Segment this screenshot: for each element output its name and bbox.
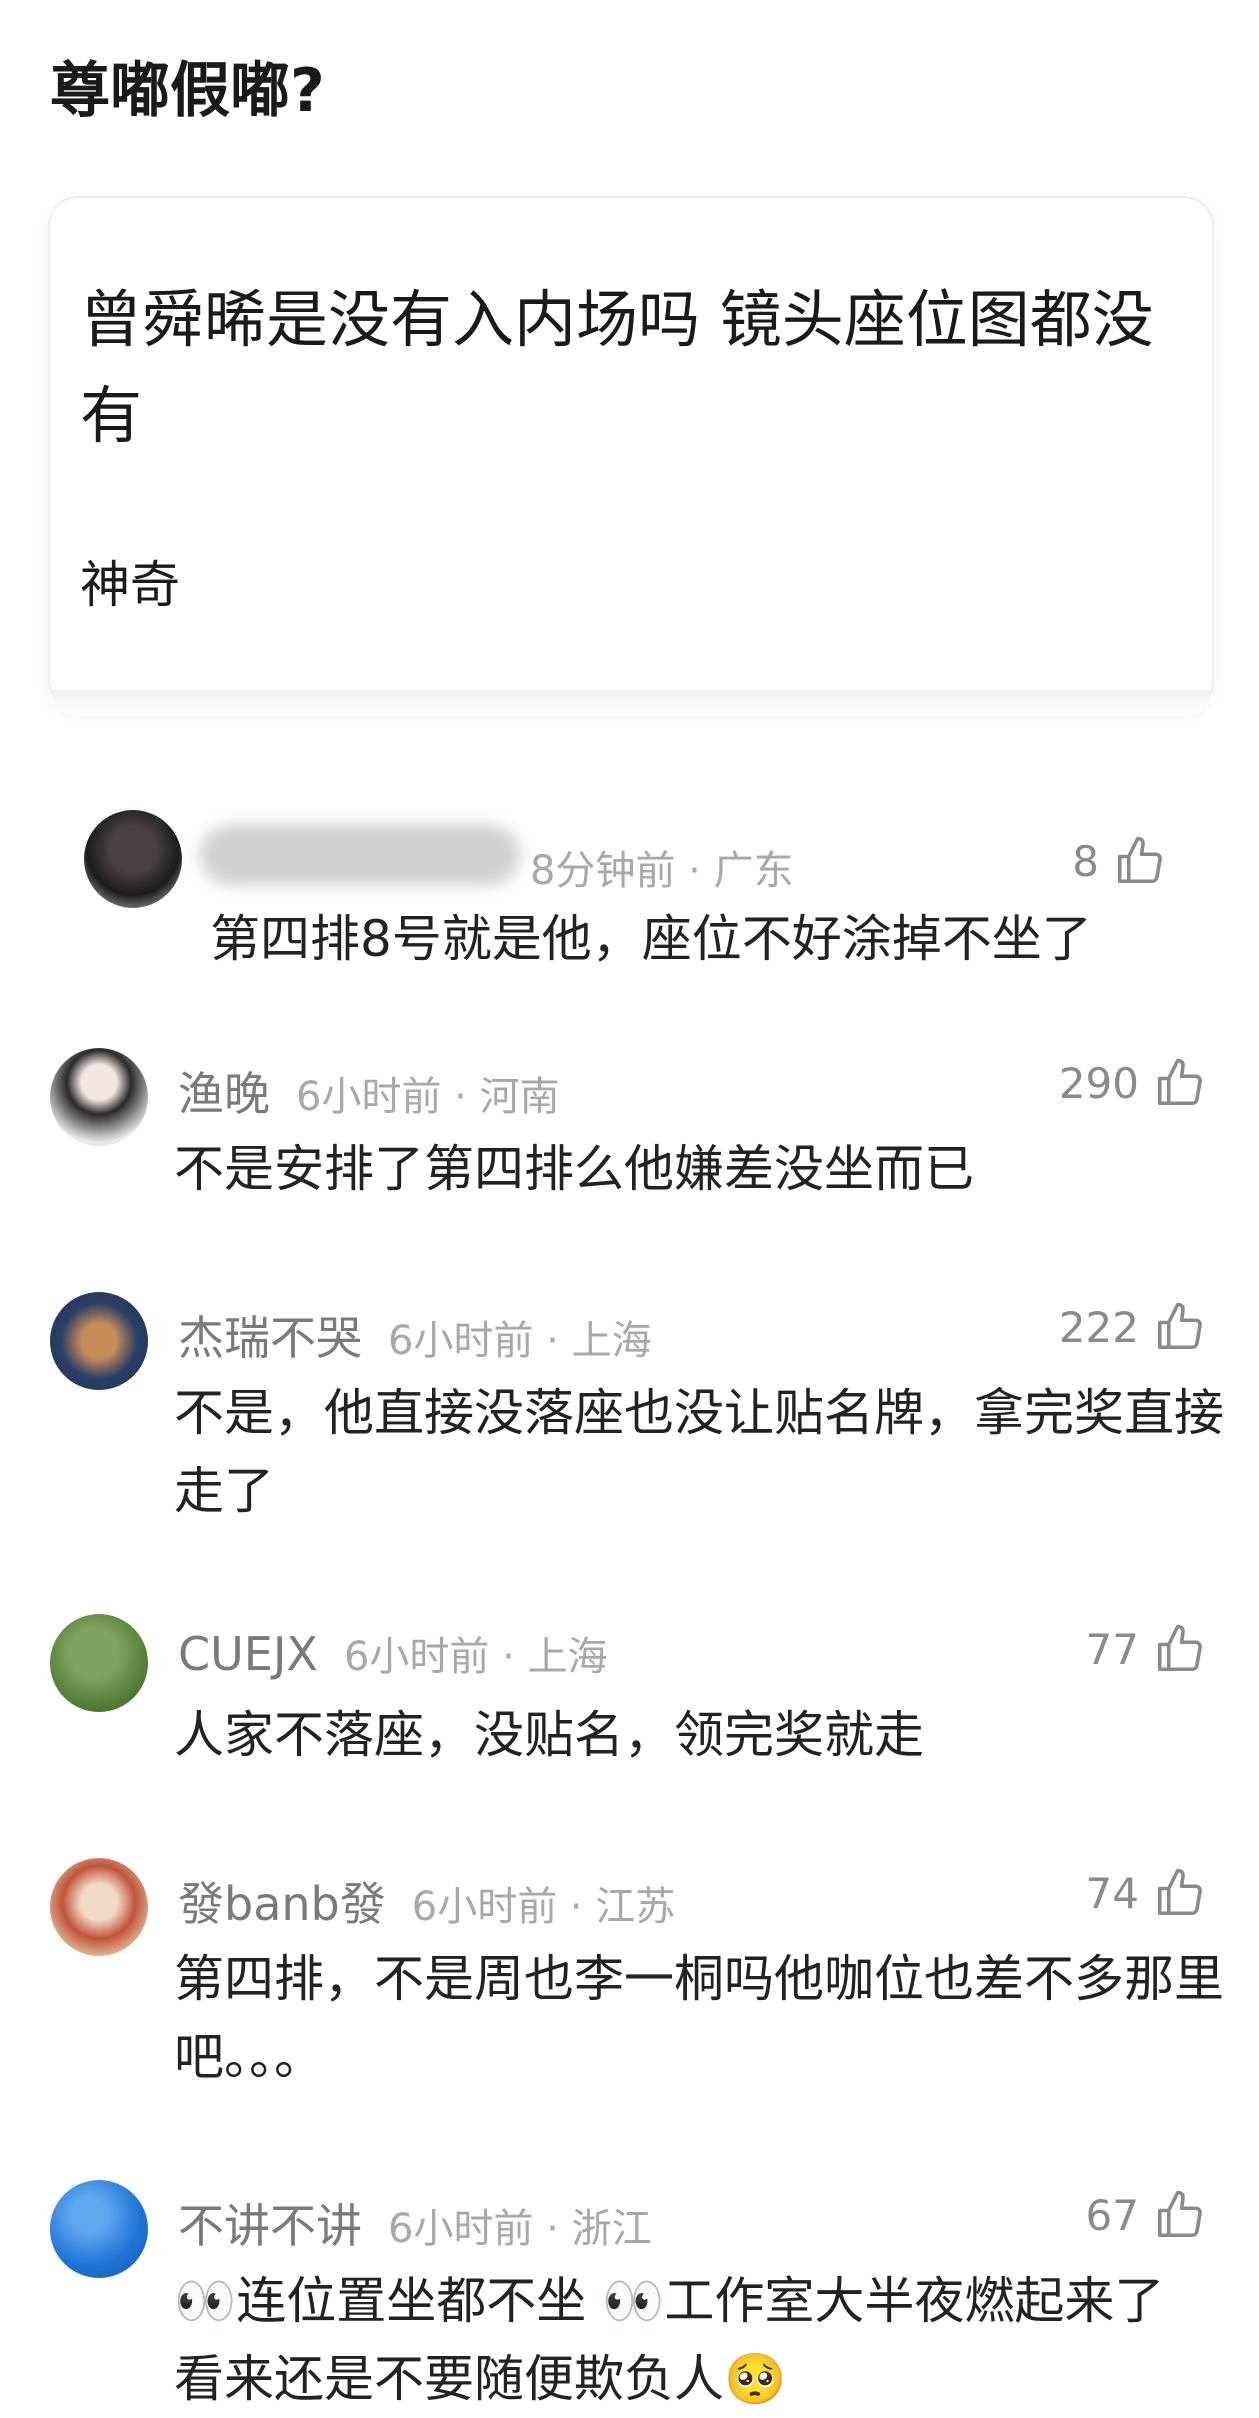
- quoted-post-subtext: 神奇: [80, 556, 180, 614]
- avatar[interactable]: [50, 1048, 148, 1146]
- thumbs-up-icon: [1157, 1302, 1202, 1350]
- avatar[interactable]: [50, 1858, 148, 1956]
- comment-meta: 發banb發 6小时前 · 江苏: [178, 1868, 675, 1934]
- like-count: 74: [1085, 1868, 1139, 1918]
- quoted-post-text: 曾舜晞是没有入内场吗 镜头座位图都没有: [80, 283, 1154, 452]
- thumbs-up-icon: [1117, 836, 1162, 884]
- like-button[interactable]: 74: [1086, 1866, 1207, 1920]
- thumbs-up-icon: [1157, 1624, 1202, 1672]
- comment-time: 6小时前 · 浙江: [388, 2206, 652, 2252]
- comment-username[interactable]: CUEJX: [178, 1627, 318, 1681]
- comment-time: 6小时前 · 上海: [343, 1634, 608, 1680]
- comment-meta: 杰瑞不哭 6小时前 · 上海: [178, 1302, 652, 1368]
- like-count: 222: [1058, 1302, 1139, 1352]
- comment-time: 6小时前 · 上海: [388, 1318, 652, 1364]
- thumbs-up-icon: [1157, 2190, 1202, 2238]
- like-button[interactable]: 77: [1086, 1622, 1207, 1676]
- comment-meta: 8分钟前 · 广东: [530, 838, 794, 896]
- blurred-username: [200, 825, 520, 885]
- comment-time: 8分钟前 · 广东: [530, 848, 794, 894]
- like-button[interactable]: 290: [1059, 1056, 1207, 1110]
- comment-username[interactable]: 不讲不讲: [178, 2190, 362, 2256]
- comment-username[interactable]: 渔晚: [178, 1058, 270, 1124]
- like-count: 8: [1072, 836, 1099, 886]
- like-count: 67: [1085, 2190, 1139, 2240]
- like-count: 77: [1085, 1624, 1139, 1674]
- comment-username[interactable]: 發banb發: [178, 1868, 386, 1934]
- comment-username[interactable]: 杰瑞不哭: [178, 1302, 362, 1368]
- thumbs-up-icon: [1157, 1058, 1202, 1106]
- comment-meta: CUEJX 6小时前 · 上海: [178, 1624, 608, 1682]
- thumbs-up-icon: [1157, 1868, 1202, 1916]
- avatar[interactable]: [50, 1614, 148, 1712]
- like-button[interactable]: 222: [1059, 1300, 1207, 1354]
- avatar[interactable]: [50, 1292, 148, 1390]
- comment-text: 第四排，不是周也李一桐吗他咖位也差不多那里吧。。。: [174, 1950, 1224, 2086]
- post-title: 尊嘟假嘟?: [50, 56, 325, 126]
- comment-text: 不是，他直接没落座也没让贴名牌，拿完奖直接走了: [174, 1384, 1224, 1520]
- like-button[interactable]: 8: [1072, 834, 1167, 888]
- avatar[interactable]: [84, 810, 182, 908]
- avatar[interactable]: [50, 2180, 148, 2278]
- comment-time: 6小时前 · 江苏: [411, 1884, 676, 1930]
- comment-text: 人家不落座，没贴名，领完奖就走: [174, 1706, 924, 1764]
- comment-text: 第四排8号就是他，座位不好涂掉不坐了: [210, 910, 1092, 968]
- comment-text: 👀连位置坐都不坐 👀工作室大半夜燃起来了 看来还是不要随便欺负人🥺: [174, 2272, 1165, 2408]
- comment-meta: 不讲不讲 6小时前 · 浙江: [178, 2190, 652, 2256]
- comment-text: 不是安排了第四排么他嫌差没坐而已: [174, 1140, 974, 1198]
- like-count: 290: [1058, 1058, 1139, 1108]
- comment-time: 6小时前 · 河南: [296, 1074, 560, 1120]
- like-button[interactable]: 67: [1086, 2188, 1207, 2242]
- card-bottom-fade: [52, 690, 1210, 716]
- comment-meta: 渔晚 6小时前 · 河南: [178, 1058, 560, 1124]
